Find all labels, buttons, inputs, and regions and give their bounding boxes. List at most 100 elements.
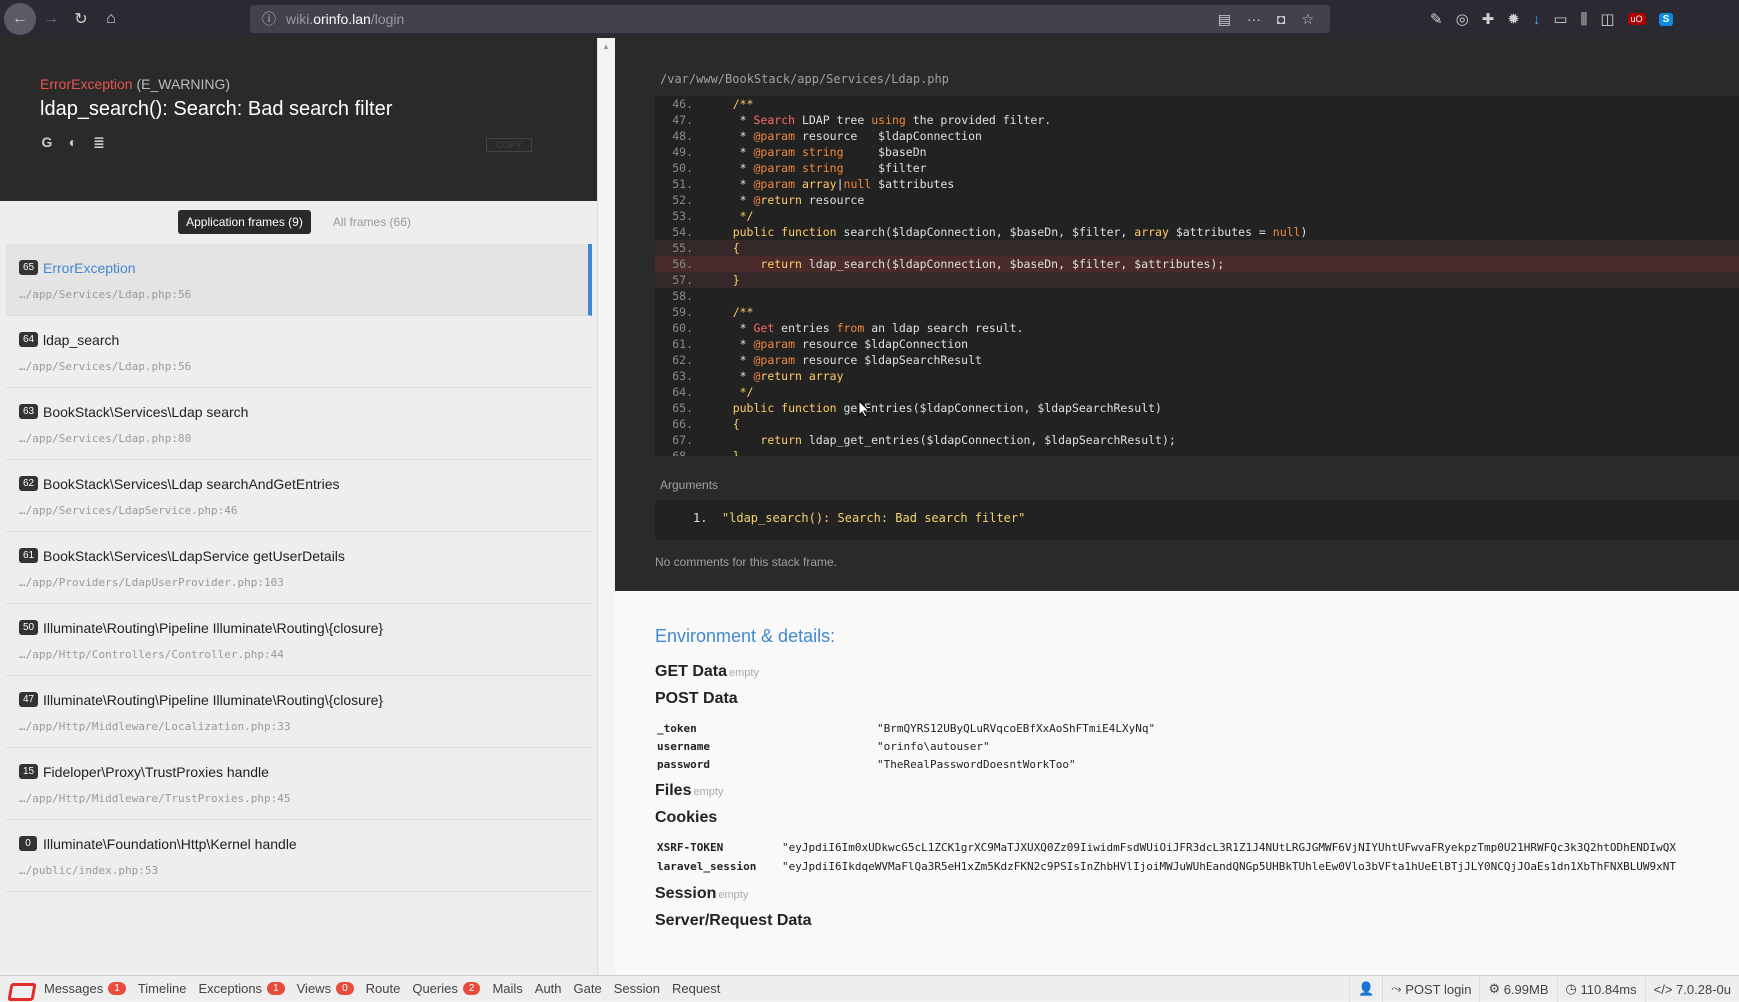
debugbar-tab-messages[interactable]: Messages 1 <box>44 981 126 996</box>
debugbar: Messages 1 Timeline Exceptions 1 Views 0 Ro… <box>0 975 1739 1002</box>
code-line: 56. return ldap_search($ldapConnection, … <box>655 256 1739 272</box>
code-line: 49. * @param string $baseDn <box>655 144 1739 160</box>
debugbar-logo-icon[interactable] <box>7 979 33 999</box>
debugbar-tab-mails[interactable]: Mails <box>492 981 522 996</box>
argument-item: 1. "ldap_search(): Search: Bad search fi… <box>693 511 1026 525</box>
frame-item[interactable]: 62 BookStack\Services\Ldap searchAndGetE… <box>6 460 592 532</box>
frame-file: …/app/Http/Controllers/Controller.php:44 <box>19 648 284 661</box>
frame-item[interactable]: 63 BookStack\Services\Ldap search …/app/… <box>6 388 592 460</box>
frame-item[interactable]: 0 Illuminate\Foundation\Http\Kernel hand… <box>6 820 592 892</box>
frame-list: 65 ErrorException …/app/Services/Ldap.ph… <box>6 244 592 892</box>
frame-item[interactable]: 47 Illuminate\Routing\Pipeline Illuminat… <box>6 676 592 748</box>
code-line: 50. * @param string $filter <box>655 160 1739 176</box>
line-source: } <box>705 449 740 456</box>
debugbar-tab-timeline[interactable]: Timeline <box>138 981 187 996</box>
frame-item[interactable]: 50 Illuminate\Routing\Pipeline Illuminat… <box>6 604 592 676</box>
download-icon[interactable]: ↓ <box>1533 11 1541 28</box>
debugbar-tab-request[interactable]: Request <box>672 981 720 996</box>
debugbar-php-version[interactable]: </> 7.0.28-0u <box>1644 976 1739 1002</box>
user-icon[interactable]: 👤 <box>1348 976 1382 1002</box>
line-source: * @param string $filter <box>705 161 927 175</box>
line-number: 49. <box>672 145 693 159</box>
code-line: 67. return ldap_get_entries($ldapConnect… <box>655 432 1739 448</box>
code-block: 46. /** 47. * Search LDAP tree using the … <box>655 96 1739 456</box>
reload-icon[interactable]: ↻ <box>66 4 96 34</box>
sidebar-icon[interactable]: ◫ <box>1600 10 1614 28</box>
frame-function: Illuminate\Routing\Pipeline Illuminate\R… <box>43 692 384 708</box>
info-icon[interactable]: ⓘ <box>262 9 276 29</box>
code-line: 58. <box>655 288 1739 304</box>
line-source: /** <box>705 305 754 319</box>
line-source: public function search($ldapConnection, … <box>732 225 1308 239</box>
library-icon[interactable]: ⫼ <box>1581 11 1588 28</box>
line-number: 52. <box>672 193 693 207</box>
code-line: 52. * @return resource <box>655 192 1739 208</box>
back-icon[interactable]: ← <box>4 3 36 35</box>
env-title: Environment & details: <box>655 626 836 646</box>
debugbar-tab-session[interactable]: Session <box>614 981 660 996</box>
line-source: } <box>705 273 740 287</box>
reader-view-icon[interactable]: ▤ <box>1218 11 1231 28</box>
scroll-up-icon[interactable]: ▲ <box>602 42 610 51</box>
debugbar-tab-queries[interactable]: Queries 2 <box>412 981 481 996</box>
frame-item[interactable]: 65 ErrorException …/app/Services/Ldap.ph… <box>6 244 592 316</box>
stackoverflow-search-icon[interactable]: ≣ <box>92 134 106 151</box>
frame-item[interactable]: 64 ldap_search …/app/Services/Ldap.php:5… <box>6 316 592 388</box>
debugbar-tab-gate[interactable]: Gate <box>574 981 602 996</box>
code-line: 66. { <box>655 416 1739 432</box>
bookmark-star-icon[interactable]: ☆ <box>1301 11 1314 28</box>
skype-icon[interactable]: S <box>1658 12 1674 26</box>
frame-number: 62 <box>19 476 39 491</box>
debugbar-tab-auth[interactable]: Auth <box>535 981 562 996</box>
count-badge: 1 <box>108 982 126 995</box>
frame-item[interactable]: 15 Fideloper\Proxy\TrustProxies handle …… <box>6 748 592 820</box>
gear-icon[interactable]: ✹ <box>1507 10 1520 28</box>
duckduckgo-search-icon[interactable]: ◐ <box>66 134 80 151</box>
home-icon[interactable]: ⌂ <box>96 4 126 34</box>
code-line: 65. public function getEntries($ldapConn… <box>655 400 1739 416</box>
code-line: 63. * @return array <box>655 368 1739 384</box>
more-actions-icon[interactable]: ··· <box>1247 11 1261 27</box>
cookie-row: XSRF-TOKEN "eyJpdiI6Im0xUDkwcG5cL1ZCK1grX… <box>657 841 1677 854</box>
debugbar-tab-exceptions[interactable]: Exceptions 1 <box>198 981 285 996</box>
line-source: * @param resource $ldapConnection <box>705 337 969 351</box>
mouse-cursor-icon <box>858 400 870 418</box>
debugbar-memory[interactable]: ⚙ 6.99MB <box>1479 976 1556 1002</box>
debugbar-route[interactable]: ⤳ POST login <box>1382 976 1479 1002</box>
tab-application-frames[interactable]: Application frames (9) <box>178 210 311 234</box>
puzzle-icon[interactable]: ✚ <box>1482 10 1495 28</box>
scrollbar[interactable]: ▲ <box>597 38 615 975</box>
copy-button[interactable]: COPY <box>486 138 532 152</box>
debugbar-tab-route[interactable]: Route <box>366 981 401 996</box>
wrench-icon[interactable]: ✎ <box>1430 10 1443 28</box>
pocket-icon[interactable]: ◘ <box>1277 11 1285 27</box>
line-source: * Get entries from an ldap search result… <box>705 321 1024 335</box>
tab-all-frames[interactable]: All frames (66) <box>325 210 419 234</box>
line-number: 64. <box>672 385 693 399</box>
ublock-icon[interactable]: uO <box>1627 13 1646 25</box>
debugbar-time[interactable]: ◷ 110.84ms <box>1556 976 1645 1002</box>
line-number: 53. <box>672 209 693 223</box>
line-number: 54. <box>672 225 693 239</box>
code-line: 57. } <box>655 272 1739 288</box>
line-source: * @param resource $ldapSearchResult <box>705 353 982 367</box>
frame-function: ldap_search <box>43 332 120 348</box>
details-panel: /var/www/BookStack/app/Services/Ldap.php… <box>615 38 1739 975</box>
arguments-block: 1. "ldap_search(): Search: Bad search fi… <box>655 500 1739 540</box>
folder-icon[interactable]: ▭ <box>1553 10 1567 28</box>
line-number: 55. <box>672 241 693 255</box>
mask-icon[interactable]: ◎ <box>1456 10 1469 28</box>
line-number: 61. <box>672 337 693 351</box>
line-source: * Search LDAP tree using the provided fi… <box>705 113 1052 127</box>
exception-header: ErrorException (E_WARNING) ldap_search()… <box>0 38 597 201</box>
frame-function: BookStack\Services\Ldap searchAndGetEntr… <box>43 476 340 492</box>
google-search-icon[interactable]: G <box>40 134 54 151</box>
forward-icon[interactable]: → <box>36 4 66 34</box>
frame-item[interactable]: 61 BookStack\Services\LdapService getUse… <box>6 532 592 604</box>
debugbar-tab-views[interactable]: Views 0 <box>297 981 354 996</box>
frame-function: Fideloper\Proxy\TrustProxies handle <box>43 764 269 780</box>
get-data-heading: GET Data empty <box>655 663 759 680</box>
cookies-heading: Cookies <box>655 809 718 826</box>
line-number: 65. <box>672 401 693 415</box>
url-bar[interactable]: ⓘ wiki.orinfo.lan/login ▤ ··· ◘ ☆ <box>250 5 1330 33</box>
